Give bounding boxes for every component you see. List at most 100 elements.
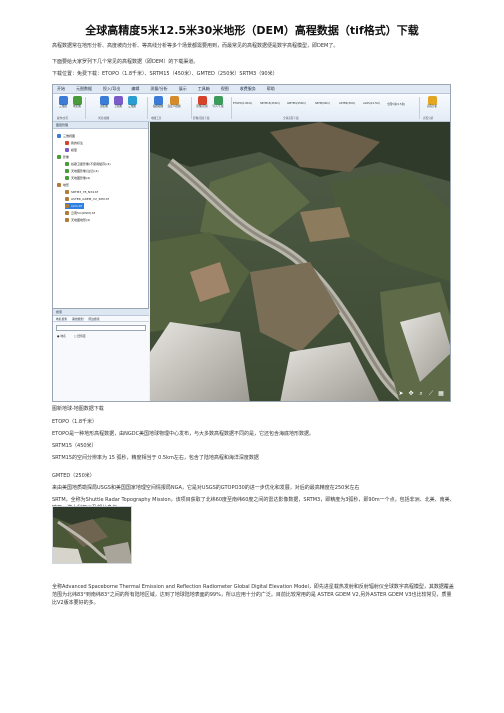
layer-tree-item[interactable]: 12m.tif bbox=[65, 203, 84, 209]
menu-item[interactable]: 工具箱 bbox=[198, 86, 210, 92]
layer-icon bbox=[57, 155, 61, 159]
ribbon-button[interactable]: 卫星图 bbox=[111, 96, 125, 113]
layer-icon bbox=[57, 183, 61, 187]
radio-latlon[interactable]: ○ 经纬度 bbox=[74, 334, 86, 338]
section-heading: SRTM15（450米） bbox=[52, 443, 97, 449]
ribbon-button-label: 三维图 bbox=[128, 105, 136, 108]
tab-place-search[interactable]: 地名搜索 bbox=[56, 316, 67, 321]
ribbon-button[interactable]: 缩放视图 bbox=[151, 96, 165, 113]
menu-item[interactable]: 开始 bbox=[57, 86, 65, 92]
layer-icon bbox=[65, 162, 69, 166]
menu-bar: 开始 元图数据 投入/导出 编辑 测量/分析 展示 工具箱 视图 收费服务 帮助 bbox=[53, 85, 450, 94]
ribbon-button[interactable]: 高程分析 bbox=[425, 96, 439, 113]
dem-download-button[interactable]: SRTM(90m) bbox=[315, 102, 330, 105]
dem-download-button[interactable]: ASTER(30m) bbox=[339, 102, 355, 105]
layer-label: 影像 bbox=[63, 155, 70, 159]
tool-icon bbox=[127, 96, 137, 105]
menu-item[interactable]: 编辑 bbox=[131, 86, 139, 92]
layer-label: 天地图影像(4) bbox=[71, 176, 91, 180]
ribbon-button[interactable]: 边形图 bbox=[97, 96, 111, 113]
layer-tree-item[interactable]: 天地图地形(4) bbox=[65, 217, 90, 223]
menu-item[interactable]: 收费服务 bbox=[240, 86, 256, 92]
ribbon-button[interactable]: 三维图 bbox=[125, 96, 139, 113]
ribbon-button[interactable]: 三维视 bbox=[56, 96, 70, 113]
layer-label: 天地图影像(注记)(4) bbox=[71, 169, 99, 173]
layer-tree-item[interactable]: 云南5m(DSM).tif bbox=[65, 210, 95, 216]
tab-route-plan[interactable]: 路线规划 bbox=[72, 316, 83, 321]
ribbon-group-label: 浏览/视图 bbox=[98, 117, 110, 120]
layer-tree-item[interactable]: 我的标注 bbox=[65, 140, 83, 146]
dem-download-button[interactable]: GMTED(250m) bbox=[287, 102, 306, 105]
ribbon-group-label: 全球高程下载 bbox=[283, 117, 299, 120]
layer-tree-item[interactable]: 影像 bbox=[57, 154, 69, 160]
layer-icon bbox=[65, 204, 69, 208]
aster-description: 全称Advanced Spaceborne Thermal Emission a… bbox=[52, 584, 454, 606]
tool-icon bbox=[113, 96, 123, 105]
section-heading: GMTED（250米） bbox=[52, 473, 95, 479]
figure-caption: 图新地球-地图数据下载 bbox=[52, 406, 104, 412]
layer-icon bbox=[65, 190, 69, 194]
ribbon-button-label: 自定义视图 bbox=[167, 105, 181, 108]
terrain-image bbox=[150, 122, 450, 401]
ribbon-button-label: 缩放视图 bbox=[152, 105, 164, 108]
ribbon-button[interactable]: 导入/下载 bbox=[211, 96, 225, 113]
ribbon-button-label: 卫星图 bbox=[114, 105, 122, 108]
ribbon-divider bbox=[85, 97, 86, 119]
ribbon-button[interactable]: 自定义视图 bbox=[167, 96, 181, 113]
measure-icon[interactable]: ⟋ bbox=[428, 391, 434, 397]
ribbon-button-label: 三维视 bbox=[59, 105, 67, 108]
layer-tree-item[interactable]: 模型 bbox=[65, 147, 77, 153]
layer-label: 三维视图 bbox=[63, 134, 76, 138]
layer-tree-item[interactable]: 地形 bbox=[57, 182, 69, 188]
tab-nearby-search[interactable]: 周边搜索 bbox=[88, 316, 99, 321]
ribbon-divider bbox=[419, 97, 420, 119]
layer-tree-item[interactable]: ASTER_GDEM_V2_30M.tif bbox=[65, 196, 109, 202]
menu-item[interactable]: 展示 bbox=[179, 86, 187, 92]
layer-label: 云南5m(DSM).tif bbox=[71, 211, 95, 215]
layer-label: ASTER_GDEM_V2_30M.tif bbox=[71, 197, 109, 201]
ribbon-divider bbox=[191, 97, 192, 119]
ribbon-button[interactable]: 影像/范围 bbox=[195, 96, 209, 113]
radio-place[interactable]: ● 地名 bbox=[57, 334, 66, 338]
terrain-map-view[interactable]: ➤ ✥ ⌕ ⟋ ▦ bbox=[150, 122, 450, 401]
pointer-icon[interactable]: ➤ bbox=[398, 391, 404, 397]
menu-item[interactable]: 测量/分析 bbox=[150, 86, 167, 92]
menu-item[interactable]: 投入/导出 bbox=[103, 86, 120, 92]
layer-tree-item[interactable]: 天地图影像(4) bbox=[65, 175, 90, 181]
layer-tree-item[interactable]: SRTM3_78_N34.tif bbox=[65, 189, 98, 195]
search-input[interactable] bbox=[56, 325, 146, 331]
tool-icon bbox=[197, 96, 207, 105]
dem-download-button[interactable]: ETOPO(1.8Km) bbox=[233, 102, 252, 105]
ribbon-button-label: 地形图 bbox=[73, 105, 81, 108]
layer-label: 12m.tif bbox=[71, 204, 82, 208]
layer-tree-item[interactable]: 三维视图 bbox=[57, 133, 75, 139]
ribbon-group-label: 影像/范围下载 bbox=[193, 117, 210, 120]
layers-icon[interactable]: ▦ bbox=[438, 391, 444, 397]
layer-icon bbox=[65, 211, 69, 215]
thumbnail-image bbox=[53, 507, 131, 563]
menu-item[interactable]: 元图数据 bbox=[76, 86, 92, 92]
dem-download-button[interactable]: 全国5米(0.5米) bbox=[387, 102, 405, 106]
layer-icon bbox=[65, 176, 69, 180]
layer-label: SRTM3_78_N34.tif bbox=[71, 190, 98, 194]
tool-icon bbox=[213, 96, 223, 105]
search-icon[interactable]: ⌕ bbox=[418, 391, 424, 397]
menu-item[interactable]: 帮助 bbox=[267, 86, 275, 92]
tool-icon bbox=[169, 96, 179, 105]
menu-item[interactable]: 视图 bbox=[221, 86, 229, 92]
download-list: 下载位置：免费下载：ETOPO（1.8千米）、SRTM15（450米）、GMTE… bbox=[52, 71, 278, 77]
search-panel: 搜索 地名搜索 路线规划 周边搜索 ● 地名 ○ 经纬度 bbox=[53, 308, 149, 401]
tool-icon bbox=[99, 96, 109, 105]
dem-download-button[interactable]: ALOS(12.5m) bbox=[363, 102, 380, 105]
layer-tree-item[interactable]: 天地图影像(注记)(4) bbox=[65, 168, 99, 174]
section-body: ETOPO是一种地形高程数据，由NGDC美国地球物理中心发布，与大多数高程数据不… bbox=[52, 431, 315, 437]
pan-icon[interactable]: ✥ bbox=[408, 391, 414, 397]
dem-download-button[interactable]: SRTM15(450m) bbox=[260, 102, 280, 105]
layer-label: 我的标注 bbox=[71, 141, 84, 145]
tool-icon bbox=[58, 96, 68, 105]
ribbon-button-label: 导入/下载 bbox=[212, 105, 224, 108]
search-panel-title: 搜索 bbox=[53, 309, 149, 316]
layer-icon bbox=[65, 169, 69, 173]
layer-tree-item[interactable]: 谷歌卫星影像(不使用缓存)(4) bbox=[65, 161, 111, 167]
ribbon-button[interactable]: 地形图 bbox=[70, 96, 84, 113]
